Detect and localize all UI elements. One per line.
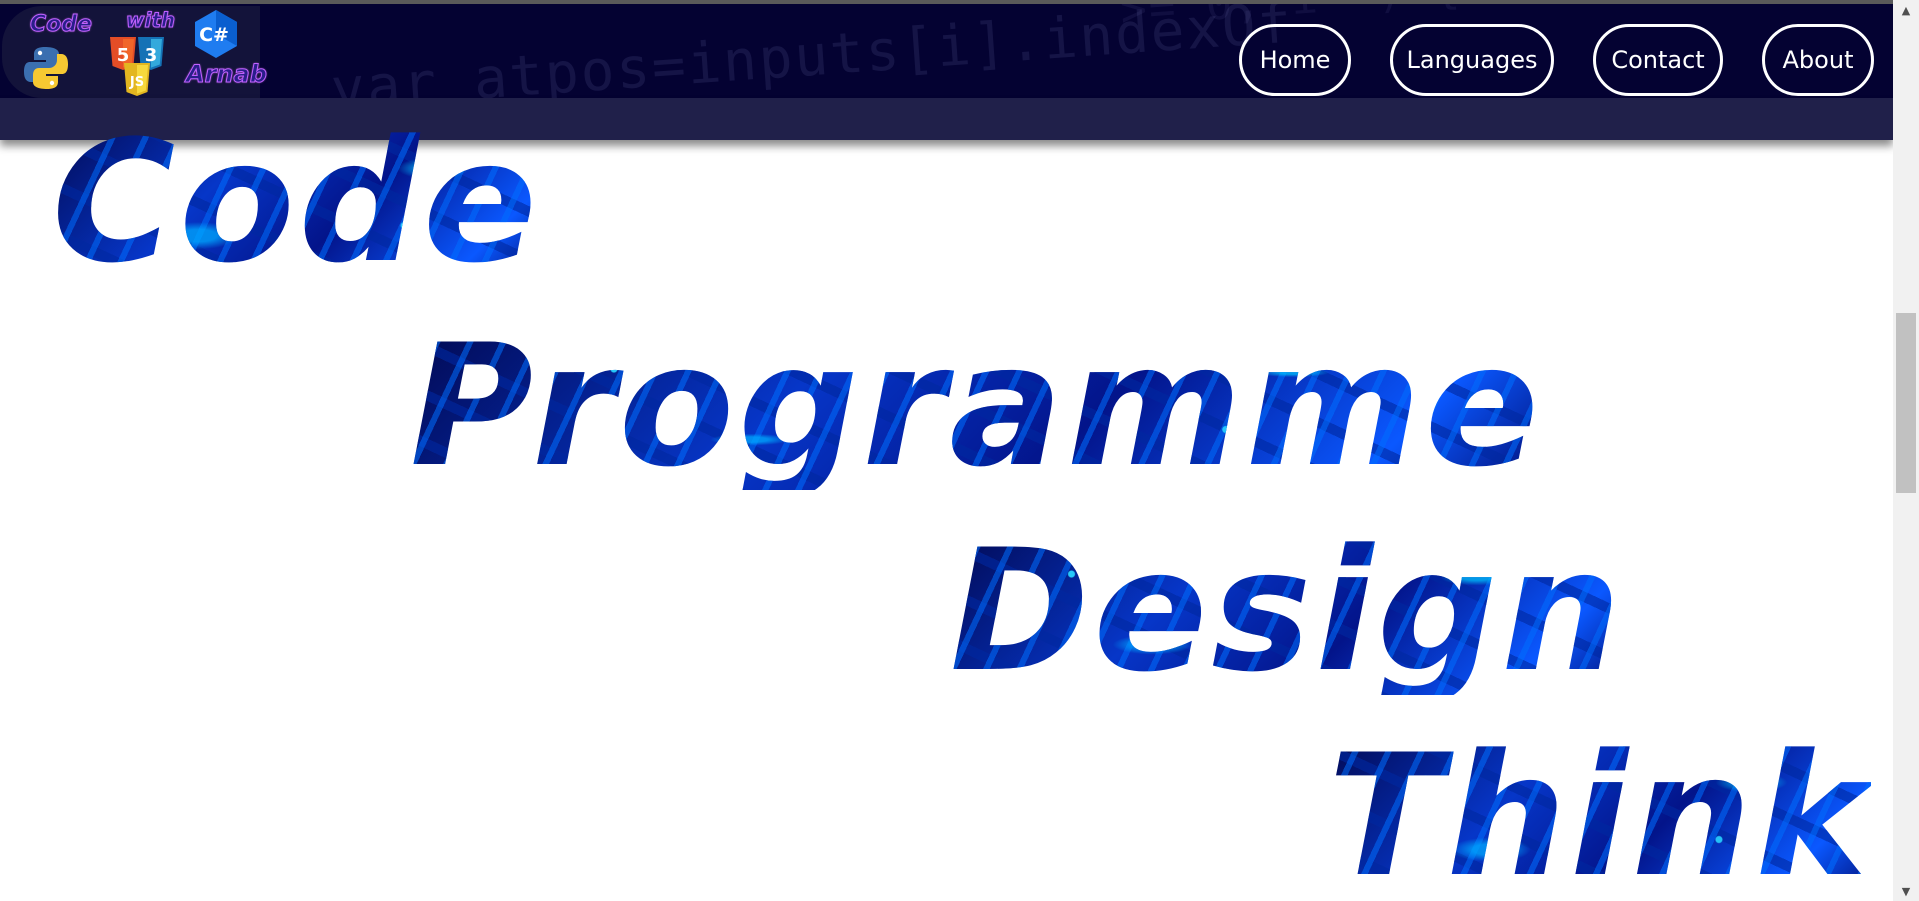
site-header: var atpos=inputs[i].indexOf >= 0; i--) {… <box>0 4 1893 98</box>
nav-contact-button[interactable]: Contact <box>1593 24 1723 96</box>
python-icon <box>24 47 68 89</box>
nav-languages-button[interactable]: Languages <box>1390 24 1554 96</box>
site-logo[interactable]: Code with Arnab 5 3 JS C# <box>2 6 267 98</box>
page-viewport: var atpos=inputs[i].indexOf >= 0; i--) {… <box>0 0 1919 901</box>
hero-word-programme: Programme <box>410 308 1543 504</box>
javascript-badge-text: JS <box>129 75 144 90</box>
javascript-icon: JS <box>124 63 150 96</box>
logo-word-with: with <box>125 8 176 33</box>
csharp-icon: C# <box>195 10 237 58</box>
scroll-down-arrow[interactable]: ▼ <box>1893 881 1919 901</box>
nav-about-button[interactable]: About <box>1762 24 1874 96</box>
logo-word-code: Code <box>30 12 93 38</box>
hero-word-code: Code <box>52 104 541 300</box>
page-scrollbar[interactable]: ▲ ▼ <box>1893 0 1919 901</box>
hero-word-design: Design <box>950 513 1625 709</box>
scroll-up-arrow[interactable]: ▲ <box>1893 0 1919 20</box>
logo-word-arnab: Arnab <box>186 60 268 89</box>
hero-word-think: Think <box>1328 718 1872 901</box>
scrollbar-thumb[interactable] <box>1896 313 1916 493</box>
csharp-badge-text: C# <box>199 24 229 46</box>
nav-home-button[interactable]: Home <box>1239 24 1351 96</box>
